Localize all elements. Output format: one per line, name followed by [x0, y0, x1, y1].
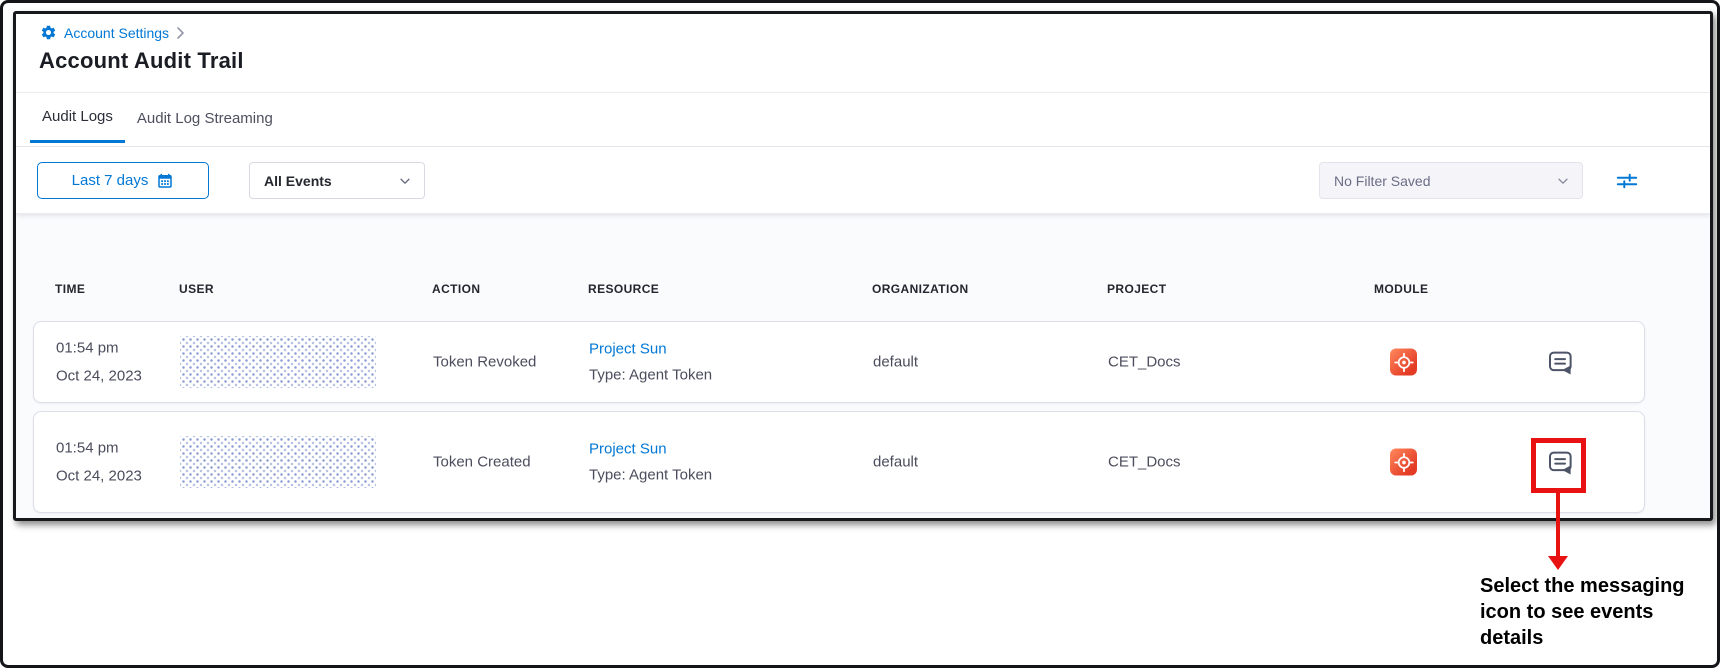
resource-type: Type: Agent Token: [589, 467, 712, 484]
row-project: CET_Docs: [1108, 454, 1181, 471]
row-time: 01:54 pm: [56, 440, 142, 457]
redacted-user-blur: [180, 436, 376, 488]
filter-sliders-icon: [1614, 168, 1640, 194]
chevron-down-icon: [398, 174, 412, 188]
column-header-project: PROJECT: [1107, 282, 1166, 296]
audit-row-token-created: 01:54 pm Oct 24, 2023 Token Created Proj…: [33, 411, 1645, 513]
row-time: 01:54 pm: [56, 340, 142, 357]
row-organization: default: [873, 354, 918, 371]
redacted-user-blur: [180, 336, 376, 388]
resource-type: Type: Agent Token: [589, 367, 712, 384]
row-user-cell: [180, 436, 376, 488]
row-resource-cell: Project Sun Type: Agent Token: [589, 441, 712, 484]
column-header-time: TIME: [55, 282, 85, 296]
resource-link[interactable]: Project Sun: [589, 341, 712, 358]
annotation-highlight-box: [1531, 438, 1586, 493]
row-module-cell: [1390, 449, 1417, 476]
message-note-icon: [1545, 347, 1575, 377]
chevron-down-icon: [1556, 174, 1570, 188]
tab-audit-logs-label: Audit Logs: [42, 108, 113, 125]
filter-bar: Last 7 days All Events No Filter Saved: [16, 147, 1710, 214]
row-user-cell: [180, 336, 376, 388]
calendar-icon: [156, 172, 174, 190]
page-header: Account Settings Account Audit Trail: [16, 14, 1710, 93]
saved-filter-value: No Filter Saved: [1334, 173, 1430, 189]
row-action: Token Revoked: [433, 354, 536, 371]
annotation-arrow-line: [1556, 492, 1560, 557]
tab-audit-log-streaming[interactable]: Audit Log Streaming: [125, 93, 285, 143]
date-range-label: Last 7 days: [72, 172, 149, 189]
cet-module-icon: [1390, 449, 1417, 476]
column-header-resource: RESOURCE: [588, 282, 659, 296]
audit-table: TIME USER ACTION RESOURCE ORGANIZATION P…: [16, 214, 1710, 518]
table-header-row: TIME USER ACTION RESOURCE ORGANIZATION P…: [33, 282, 1710, 298]
row-action: Token Created: [433, 454, 531, 471]
annotation-text: Select the messaging icon to see events …: [1480, 573, 1702, 651]
row-module-cell: [1390, 349, 1417, 376]
column-header-organization: ORGANIZATION: [872, 282, 969, 296]
row-date: Oct 24, 2023: [56, 468, 142, 485]
column-header-module: MODULE: [1374, 282, 1428, 296]
cet-module-icon: [1390, 349, 1417, 376]
settings-gear-icon[interactable]: [40, 24, 57, 41]
tab-audit-log-streaming-label: Audit Log Streaming: [137, 110, 273, 127]
app-window: Account Settings Account Audit Trail Aud…: [13, 11, 1713, 521]
row-message-cell: [1543, 345, 1577, 379]
screenshot-frame: Account Settings Account Audit Trail Aud…: [0, 0, 1720, 668]
column-header-action: ACTION: [432, 282, 480, 296]
breadcrumb: Account Settings: [40, 24, 185, 41]
resource-link[interactable]: Project Sun: [589, 441, 712, 458]
annotation-arrow-head-icon: [1548, 556, 1568, 570]
row-date: Oct 24, 2023: [56, 368, 142, 385]
event-type-dropdown[interactable]: All Events: [249, 162, 425, 199]
row-organization: default: [873, 454, 918, 471]
column-header-user: USER: [179, 282, 214, 296]
tab-audit-logs[interactable]: Audit Logs: [30, 93, 125, 143]
row-time-cell: 01:54 pm Oct 24, 2023: [56, 340, 142, 385]
chevron-right-icon: [176, 27, 185, 39]
event-type-value: All Events: [264, 173, 332, 189]
breadcrumb-account-settings-link[interactable]: Account Settings: [64, 25, 169, 41]
row-time-cell: 01:54 pm Oct 24, 2023: [56, 440, 142, 485]
date-range-button[interactable]: Last 7 days: [37, 162, 209, 199]
row-resource-cell: Project Sun Type: Agent Token: [589, 341, 712, 384]
tab-bar: Audit Logs Audit Log Streaming: [16, 93, 1710, 147]
filter-settings-button[interactable]: [1612, 166, 1642, 196]
saved-filter-dropdown[interactable]: No Filter Saved: [1319, 162, 1583, 199]
page-title: Account Audit Trail: [39, 48, 244, 74]
row-project: CET_Docs: [1108, 354, 1181, 371]
audit-row-token-revoked: 01:54 pm Oct 24, 2023 Token Revoked Proj…: [33, 321, 1645, 403]
message-details-button[interactable]: [1543, 345, 1577, 379]
